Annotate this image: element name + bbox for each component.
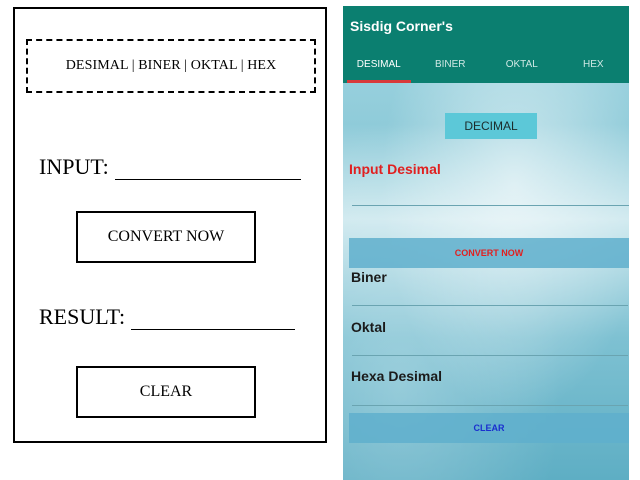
- wireframe-result-line: [131, 307, 296, 330]
- wireframe-input-line: [114, 157, 301, 180]
- input-desimal-label: Input Desimal: [349, 161, 441, 177]
- wireframe-tabs-text: DESIMAL | BINER | OKTAL | HEX: [65, 58, 277, 73]
- tab-oktal-label: OKTAL: [505, 59, 538, 70]
- wireframe-result-label: RESULT:: [39, 304, 126, 329]
- converter-content: DECIMAL Input Desimal CONVERT NOW Biner …: [343, 83, 629, 480]
- clear-label: CLEAR: [473, 423, 505, 433]
- tab-desimal[interactable]: DESIMAL: [343, 46, 415, 83]
- tab-bar: DESIMAL BINER OKTAL HEX: [343, 46, 629, 83]
- wireframe-convert-button: CONVERT NOW: [76, 211, 256, 263]
- app-title: Sisdig Corner's: [350, 18, 453, 34]
- oktal-result-line: [352, 355, 628, 356]
- wireframe-input-label: INPUT:: [39, 154, 109, 179]
- clear-button[interactable]: CLEAR: [349, 413, 629, 443]
- tab-hex[interactable]: HEX: [558, 46, 630, 83]
- convert-now-button[interactable]: CONVERT NOW: [349, 238, 629, 268]
- tab-oktal[interactable]: OKTAL: [486, 46, 558, 83]
- tab-biner-label: BINER: [434, 59, 466, 70]
- app-bar: Sisdig Corner's: [343, 6, 629, 46]
- biner-result-line: [352, 305, 628, 306]
- tab-desimal-label: DESIMAL: [356, 59, 401, 70]
- wireframe-tab-bar: DESIMAL | BINER | OKTAL | HEX: [26, 39, 316, 93]
- wireframe-convert-label: CONVERT NOW: [107, 228, 225, 245]
- wireframe-clear-label: CLEAR: [139, 383, 193, 400]
- biner-result-label: Biner: [351, 269, 387, 285]
- section-badge-label: DECIMAL: [464, 119, 518, 133]
- oktal-result-label: Oktal: [351, 319, 387, 335]
- hexa-result-line: [352, 405, 628, 406]
- tab-hex-label: HEX: [582, 59, 604, 70]
- wireframe-clear-button: CLEAR: [76, 366, 256, 418]
- section-badge: DECIMAL: [445, 113, 537, 139]
- wireframe-input-row: INPUT:: [39, 154, 301, 180]
- convert-now-label: CONVERT NOW: [454, 248, 524, 258]
- input-desimal-field[interactable]: [352, 183, 629, 206]
- hexa-result-label: Hexa Desimal: [351, 368, 443, 384]
- wireframe-result-row: RESULT:: [39, 304, 296, 330]
- tab-biner[interactable]: BINER: [415, 46, 487, 83]
- phone-app-screen: Sisdig Corner's DESIMAL BINER OKTAL HEX …: [343, 6, 629, 480]
- wireframe-mockup: DESIMAL | BINER | OKTAL | HEX INPUT: CON…: [13, 7, 327, 443]
